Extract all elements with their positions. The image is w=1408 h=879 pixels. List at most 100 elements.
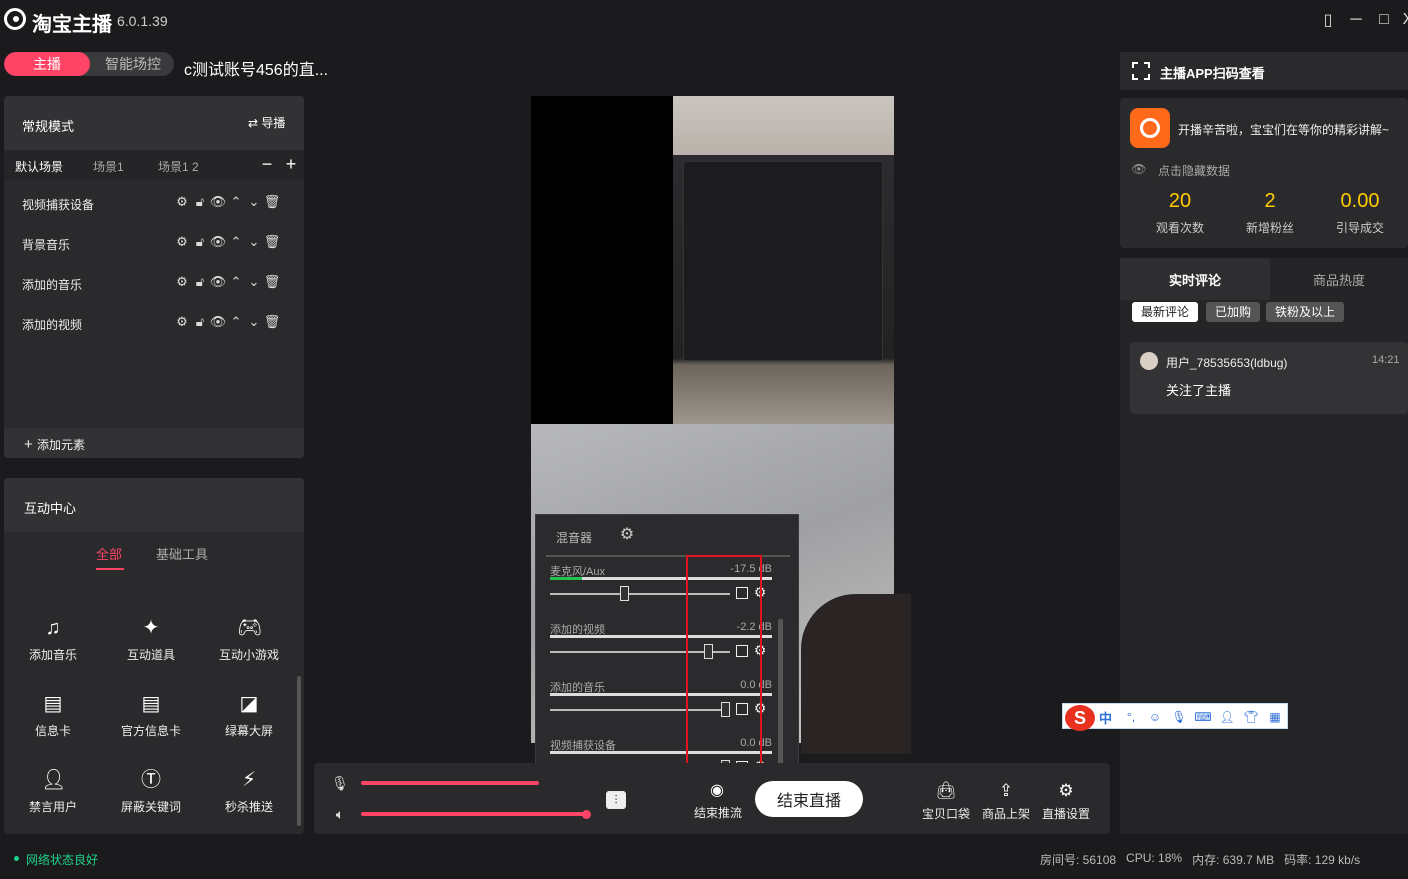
stop-push-button[interactable]: 结束推流 — [694, 804, 742, 821]
microphone-icon[interactable]: 🎙︎ — [1171, 709, 1187, 725]
close-button[interactable]: X — [1398, 10, 1408, 30]
tab-scene-1[interactable]: 场景1 — [93, 158, 124, 175]
eye-icon[interactable]: 👁︎ — [210, 234, 227, 250]
volume-knob[interactable] — [620, 586, 629, 601]
lock-icon[interactable]: 🔓︎ — [192, 274, 208, 290]
chevron-down-icon[interactable]: ⌄ — [246, 274, 262, 290]
document-icon[interactable]: ▯ — [1318, 10, 1338, 30]
capture-video-top — [673, 96, 894, 424]
tool-info-card[interactable]: ▤ 信息卡 — [4, 692, 102, 752]
minimize-button[interactable]: ─ — [1346, 10, 1366, 30]
stop-push-icon[interactable]: ◉ — [708, 781, 726, 799]
interaction-scrollbar[interactable] — [297, 676, 301, 826]
tool-mute-user[interactable]: 👤︎ 禁言用户 — [4, 768, 102, 828]
stats-card: 开播辛苦啦，宝宝们在等你的精彩讲解~ 👁︎ 点击隐藏数据 20 观看次数 2 新增粉… — [1120, 98, 1408, 248]
microphone-icon[interactable]: 🎙︎ — [331, 775, 349, 791]
mixer-toggle-button[interactable]: ⫶ — [606, 791, 626, 809]
hide-data-button[interactable]: 点击隐藏数据 — [1158, 162, 1230, 179]
add-element-button[interactable]: + 添加元素 — [4, 428, 304, 458]
tab-host[interactable]: 主播 — [4, 52, 90, 76]
tab-basic-tools[interactable]: 基础工具 — [156, 544, 208, 563]
tool-official-info-card[interactable]: ▤ 官方信息卡 — [102, 692, 200, 752]
chevron-up-icon[interactable]: ⌃ — [228, 234, 244, 250]
live-settings-button[interactable]: ⚙ 直播设置 — [1036, 781, 1096, 822]
trash-icon[interactable]: 🗑︎ — [264, 194, 281, 210]
tool-block-keyword[interactable]: Ⓣ 屏蔽关键词 — [102, 768, 200, 828]
lock-icon[interactable]: 🔓︎ — [192, 314, 208, 330]
tool-add-music[interactable]: ♫ 添加音乐 — [4, 616, 102, 676]
app-qr-bar[interactable]: 主播APP扫码查看 — [1120, 52, 1408, 90]
chevron-down-icon[interactable]: ⌄ — [246, 314, 262, 330]
tool-interactive-props[interactable]: ✦ 互动道具 — [102, 616, 200, 676]
tab-product-heat[interactable]: 商品热度 — [1270, 258, 1408, 300]
maximize-button[interactable]: □ — [1374, 10, 1394, 30]
filter-added-cart[interactable]: 已加购 — [1206, 302, 1261, 322]
chevron-down-icon[interactable]: ⌄ — [246, 194, 262, 210]
mixer-scrollbar[interactable] — [778, 619, 783, 775]
keyboard-icon[interactable]: ⌨ — [1194, 709, 1211, 725]
comments-panel: 实时评论 商品热度 最新评论 已加购 铁粉及以上 用户_78535653(ldb… — [1120, 258, 1408, 834]
ime-language[interactable]: 中 — [1099, 708, 1112, 727]
tool-green-screen[interactable]: ◪ 绿幕大屏 — [200, 692, 298, 752]
tab-smart-control[interactable]: 智能场控 — [92, 52, 174, 76]
tool-label: 禁言用户 — [28, 800, 77, 814]
tool-flash-sale[interactable]: ⚡︎ 秒杀推送 — [200, 768, 298, 828]
lock-icon[interactable]: 🔓︎ — [192, 194, 208, 210]
chevron-down-icon[interactable]: ⌄ — [246, 234, 262, 250]
lock-icon[interactable]: 🔓︎ — [192, 234, 208, 250]
tool-mini-game[interactable]: 🎮︎ 互动小游戏 — [200, 616, 298, 676]
comment-text: 关注了主播 — [1166, 383, 1232, 398]
mic-volume-slider[interactable] — [361, 781, 539, 785]
eye-icon[interactable]: 👁︎ — [210, 194, 227, 210]
baby-bag-button[interactable]: 👜︎ 宝贝口袋 — [916, 781, 976, 822]
emoji-icon[interactable]: ☺ — [1147, 709, 1163, 725]
trash-icon[interactable]: 🗑︎ — [264, 234, 281, 250]
eye-icon[interactable]: 👁︎ — [1130, 162, 1148, 176]
filter-latest[interactable]: 最新评论 — [1132, 302, 1199, 322]
scene-item-tools: ⚙ 🔓︎ 👁︎ ⌃ ⌄ 🗑︎ — [174, 274, 280, 290]
filter-iron-fans[interactable]: 铁粉及以上 — [1266, 302, 1345, 322]
gear-icon[interactable]: ⚙ — [174, 274, 190, 290]
tab-scene-1-2[interactable]: 场景1 2 — [158, 158, 199, 175]
end-live-button[interactable]: 结束直播 — [755, 781, 863, 817]
room-title: c测试账号456的直... — [184, 62, 329, 79]
eye-icon[interactable]: 👁︎ — [210, 314, 227, 330]
punctuation-icon[interactable]: °, — [1123, 709, 1139, 725]
trash-icon[interactable]: 🗑︎ — [264, 314, 281, 330]
tab-default-scene[interactable]: 默认场景 — [15, 158, 63, 175]
scene-item[interactable]: 添加的视频 ⚙ 🔓︎ 👁︎ ⌃ ⌄ 🗑︎ — [4, 304, 304, 344]
chevron-up-icon[interactable]: ⌃ — [228, 194, 244, 210]
gear-icon[interactable]: ⚙ — [618, 525, 636, 543]
speaker-icon[interactable]: 🔈︎ — [332, 806, 348, 822]
scene-mode-title: 常规模式 — [22, 119, 75, 134]
gear-icon[interactable]: ⚙ — [174, 234, 190, 250]
tab-all[interactable]: 全部 — [96, 544, 122, 563]
comment-user[interactable]: 用户_78535653(ldbug) — [1166, 354, 1287, 371]
speaker-volume-handle[interactable] — [582, 810, 591, 819]
sogou-logo-icon[interactable]: S — [1065, 705, 1095, 731]
product-list-button[interactable]: ⇪ 商品上架 — [976, 781, 1036, 822]
stat-views: 20 观看次数 — [1135, 190, 1225, 236]
guide-button[interactable]: ⇄ 导播 — [248, 114, 285, 131]
gear-icon[interactable]: ⚙ — [174, 194, 190, 210]
toolbox-icon[interactable]: ▦ — [1267, 709, 1283, 725]
ime-toolbar[interactable]: S 中 °, ☺ 🎙︎ ⌨ 👤︎ 👕︎ ▦ — [1062, 703, 1288, 731]
gear-icon[interactable]: ⚙ — [174, 314, 190, 330]
stat-value: 20 — [1168, 190, 1192, 212]
tab-live-comments[interactable]: 实时评论 — [1120, 258, 1270, 300]
add-scene-button[interactable]: + — [282, 154, 300, 174]
comment-item[interactable]: 用户_78535653(ldbug) 14:21 关注了主播 — [1130, 342, 1408, 414]
chevron-up-icon[interactable]: ⌃ — [228, 314, 244, 330]
scene-item[interactable]: 添加的音乐 ⚙ 🔓︎ 👁︎ ⌃ ⌄ 🗑︎ — [4, 264, 304, 304]
remove-scene-button[interactable]: − — [258, 154, 276, 174]
tool-label: 屏蔽关键词 — [120, 800, 181, 814]
scene-item[interactable]: 背景音乐 ⚙ 🔓︎ 👁︎ ⌃ ⌄ 🗑︎ — [4, 224, 304, 264]
scene-item[interactable]: 视频捕获设备 ⚙ 🔓︎ 👁︎ ⌃ ⌄ 🗑︎ — [4, 184, 304, 224]
user-icon[interactable]: 👤︎ — [1219, 709, 1235, 725]
skin-icon[interactable]: 👕︎ — [1243, 709, 1259, 725]
chevron-up-icon[interactable]: ⌃ — [228, 274, 244, 290]
trash-icon[interactable]: 🗑︎ — [264, 274, 281, 290]
guide-label: 导播 — [261, 116, 286, 130]
speaker-volume-slider[interactable] — [361, 812, 589, 816]
eye-icon[interactable]: 👁︎ — [210, 274, 227, 290]
